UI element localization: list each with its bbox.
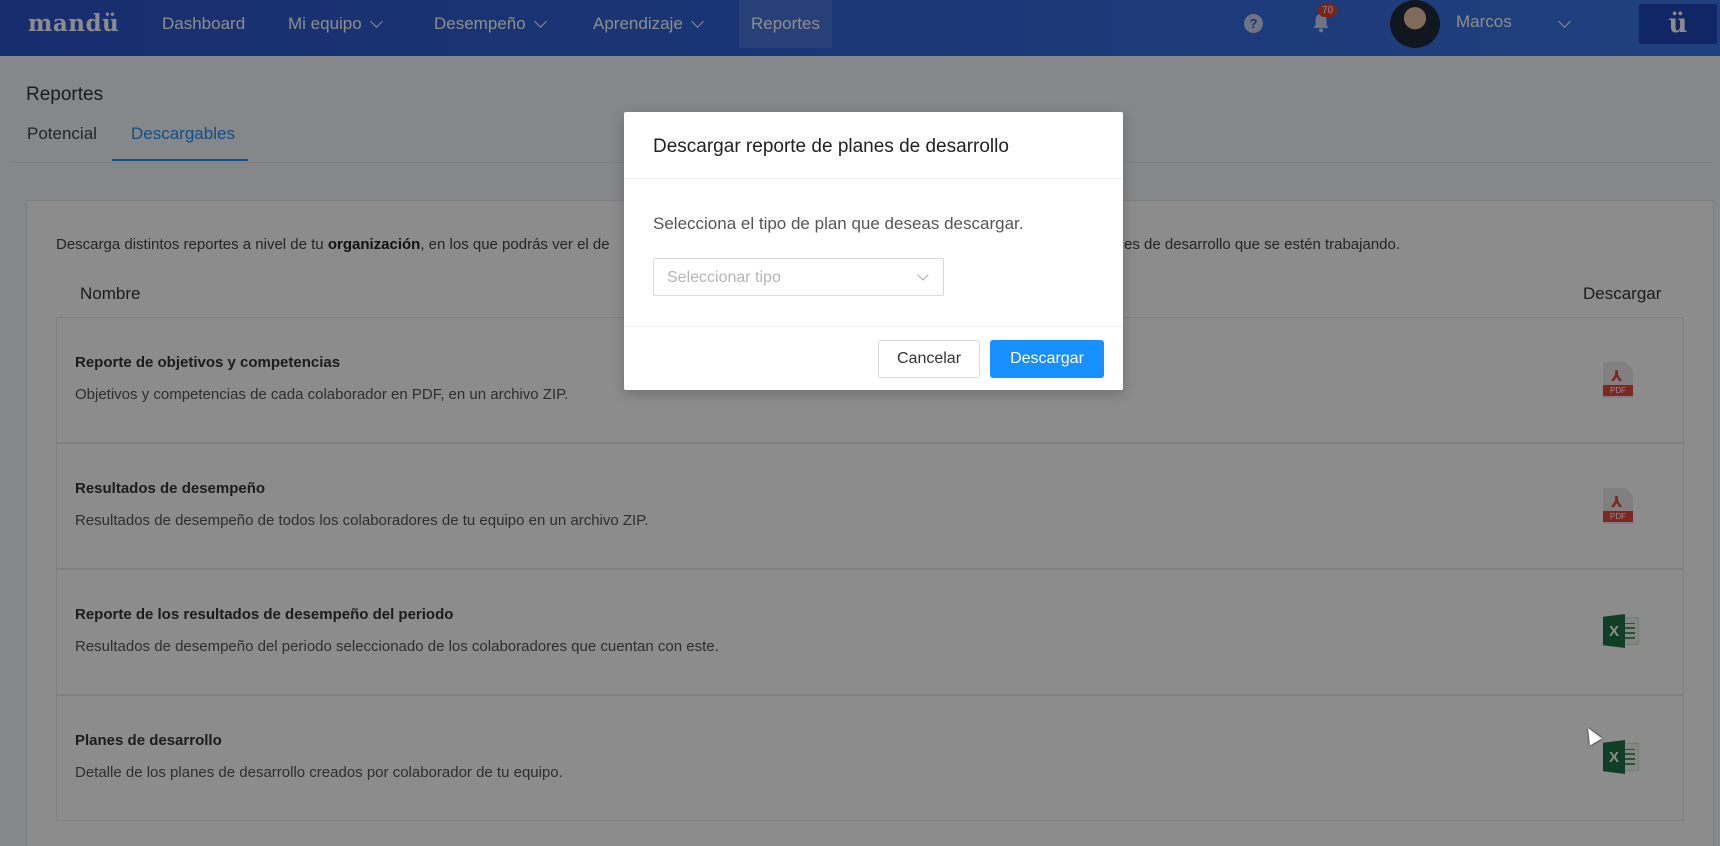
download-button[interactable]: Descargar (990, 340, 1104, 378)
modal-title: Descargar reporte de planes de desarroll… (653, 136, 1009, 157)
download-modal: Descargar reporte de planes de desarroll… (624, 112, 1123, 390)
cancel-button[interactable]: Cancelar (878, 340, 980, 378)
select-placeholder: Seleccionar tipo (667, 269, 781, 286)
divider (624, 326, 1123, 327)
modal-body-text: Selecciona el tipo de plan que deseas de… (653, 214, 1024, 233)
chevron-down-icon (917, 269, 929, 281)
divider (624, 178, 1123, 179)
plan-type-select[interactable]: Seleccionar tipo (653, 258, 944, 296)
